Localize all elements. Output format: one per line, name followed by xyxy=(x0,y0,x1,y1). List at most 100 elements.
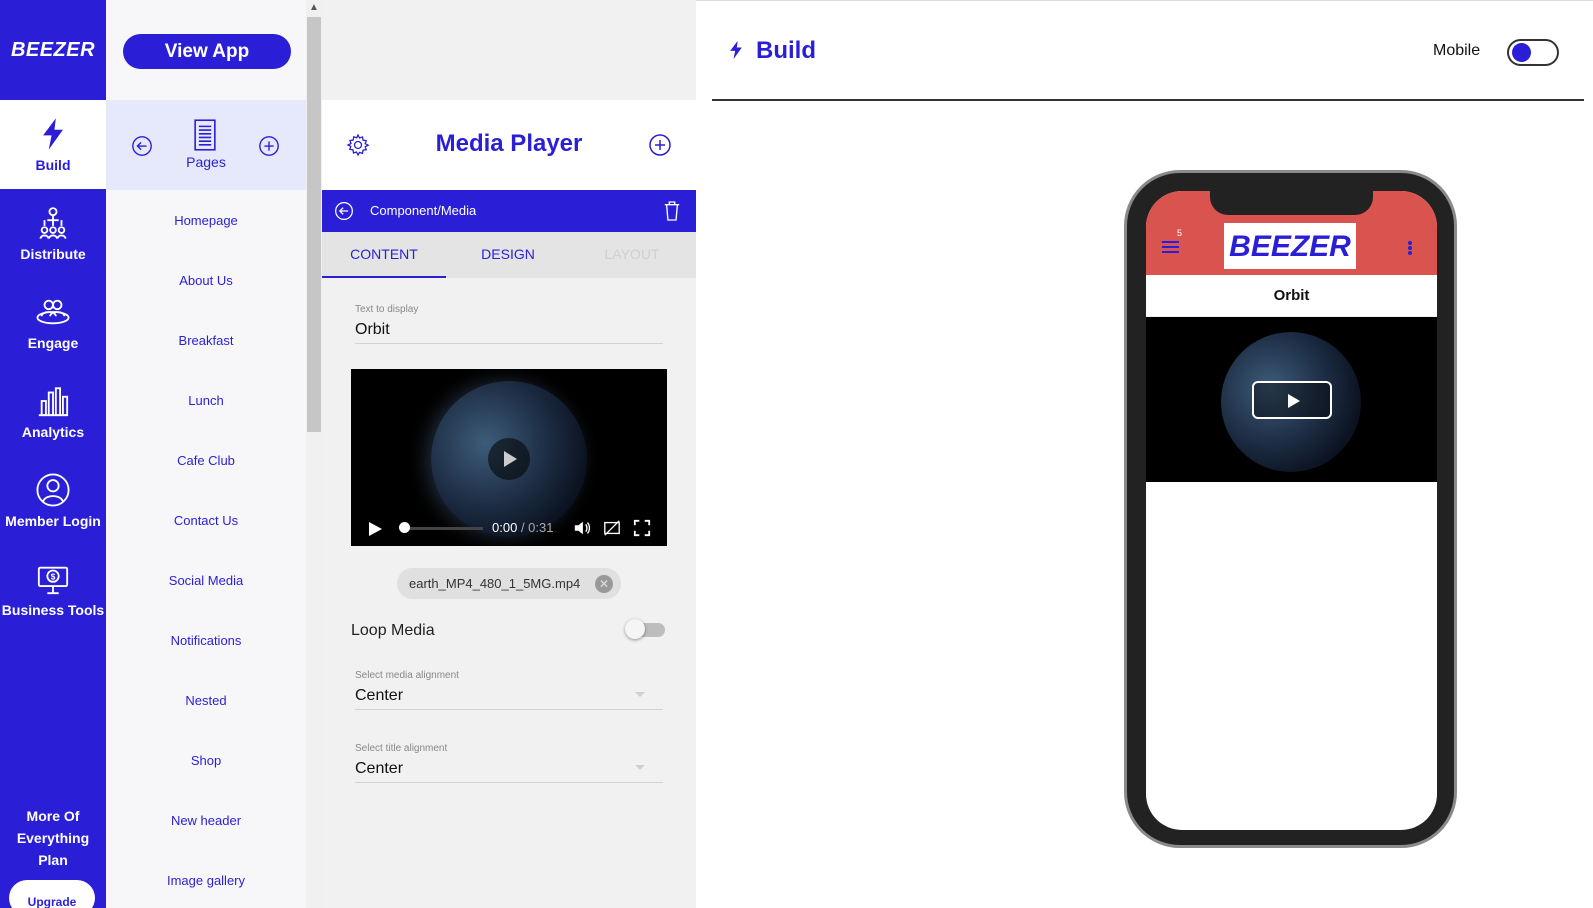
main-nav: BEEZER Build Distribute Engage Analytics… xyxy=(0,0,106,908)
nav-item-label: Build xyxy=(35,156,71,173)
nav-item-label: Analytics xyxy=(21,423,85,440)
mobile-label: Mobile xyxy=(1433,42,1481,59)
plan-line: More Of xyxy=(26,808,80,824)
nav-item-engage[interactable]: Engage xyxy=(0,278,106,367)
mobile-toggle[interactable] xyxy=(1507,39,1559,66)
page-item[interactable]: New header xyxy=(106,790,306,850)
pages-header: Pages xyxy=(106,100,306,190)
nav-item-label: Member Login xyxy=(5,512,101,529)
nav-item-label: Distribute xyxy=(20,245,86,262)
nav-item-build[interactable]: Build xyxy=(0,100,106,189)
text-to-display-field[interactable]: Text to display Orbit xyxy=(355,304,663,344)
add-component-icon[interactable] xyxy=(648,133,672,157)
app-page-title: Orbit xyxy=(1146,275,1437,317)
page-item[interactable]: About Us xyxy=(106,250,306,310)
chevron-down-icon xyxy=(635,692,645,697)
play-icon[interactable] xyxy=(369,522,382,536)
nav-item-label: Engage xyxy=(27,334,79,351)
field-label: Select media alignment xyxy=(355,670,459,681)
app-logo: BEEZER xyxy=(1224,223,1356,269)
time-current: 0:00 xyxy=(492,520,518,535)
beezer-logo[interactable]: BEEZER xyxy=(0,0,106,100)
video-player[interactable]: 0:00 / 0:31 xyxy=(351,369,667,546)
volume-icon[interactable] xyxy=(573,519,591,537)
field-value: Center xyxy=(355,760,404,777)
upgrade-button[interactable]: Upgrade xyxy=(9,880,95,908)
fullscreen-icon[interactable] xyxy=(633,519,651,537)
editor-tabs: CONTENT DESIGN LAYOUT xyxy=(322,232,696,278)
scroll-up-arrow[interactable]: ▲ xyxy=(306,0,322,16)
page-item[interactable]: Lunch xyxy=(106,370,306,430)
tab-design[interactable]: DESIGN xyxy=(446,232,570,278)
page-list: Homepage About Us Breakfast Lunch Cafe C… xyxy=(106,190,306,908)
plan-name: More Of Everything Plan xyxy=(0,805,106,871)
page-item[interactable]: Nested xyxy=(106,670,306,730)
preview-area: Build Mobile 5 BEEZER Orbit xyxy=(696,0,1593,908)
tab-layout[interactable]: LAYOUT xyxy=(570,232,694,278)
preview-header: Build Mobile xyxy=(712,1,1584,101)
page-item[interactable]: Social Media xyxy=(106,550,306,610)
progress-track[interactable] xyxy=(403,527,483,530)
page-item[interactable]: Image gallery xyxy=(106,850,306,908)
nav-item-label: Business Tools xyxy=(1,601,105,618)
bolt-icon xyxy=(730,40,742,60)
pages-scrollbar[interactable]: ▲ xyxy=(306,0,322,908)
media-alignment-select[interactable]: Select media alignment Center xyxy=(355,670,663,710)
page-item[interactable]: Notifications xyxy=(106,610,306,670)
remove-file-icon[interactable]: ✕ xyxy=(595,575,613,593)
engage-icon xyxy=(36,299,70,324)
back-arrow-icon[interactable] xyxy=(131,135,153,157)
loop-media-toggle[interactable] xyxy=(625,619,665,639)
preview-title: Build xyxy=(756,37,816,64)
more-vert-icon[interactable] xyxy=(1408,241,1412,255)
page-item[interactable]: Shop xyxy=(106,730,306,790)
file-name: earth_MP4_480_1_5MG.mp4 xyxy=(409,576,581,591)
phone-mockup: 5 BEEZER Orbit xyxy=(1124,170,1457,848)
page-item[interactable]: Breakfast xyxy=(106,310,306,370)
loop-media-label: Loop Media xyxy=(351,622,435,639)
nav-item-distribute[interactable]: Distribute xyxy=(0,189,106,278)
editor-title: Media Player xyxy=(435,130,583,157)
play-button[interactable] xyxy=(1252,381,1332,419)
scrollbar-thumb[interactable] xyxy=(307,17,321,432)
component-editor: Media Player Component/Media CONTENT DES… xyxy=(322,0,696,908)
nav-item-member-login[interactable]: Member Login xyxy=(0,456,106,545)
pages-icon xyxy=(194,119,216,151)
tab-content[interactable]: CONTENT xyxy=(322,232,446,278)
video-time: 0:00 / 0:31 xyxy=(492,520,553,535)
svg-text:$: $ xyxy=(51,571,56,581)
view-app-button[interactable]: View App xyxy=(123,34,291,69)
breadcrumb: Component/Media xyxy=(370,203,477,218)
nav-item-business-tools[interactable]: $ Business Tools xyxy=(0,545,106,634)
page-item[interactable]: Homepage xyxy=(106,190,306,250)
add-page-icon[interactable] xyxy=(258,135,280,157)
plan-line: Everything xyxy=(16,830,90,846)
plan-line: Plan xyxy=(38,852,68,868)
notification-badge: 5 xyxy=(1177,228,1183,238)
nav-item-analytics[interactable]: Analytics xyxy=(0,367,106,456)
time-duration: / 0:31 xyxy=(520,520,554,535)
user-icon xyxy=(36,472,70,507)
page-item[interactable]: Contact Us xyxy=(106,490,306,550)
field-label: Text to display xyxy=(355,304,419,315)
field-value: Center xyxy=(355,687,404,704)
pages-panel: View App Pages Homepage About Us Breakfa… xyxy=(106,0,306,908)
back-arrow-icon[interactable] xyxy=(334,201,354,221)
toggle-knob xyxy=(1512,43,1531,62)
phone-notch xyxy=(1210,191,1373,215)
progress-handle[interactable] xyxy=(399,522,410,533)
analytics-icon xyxy=(38,386,69,416)
captions-off-icon[interactable] xyxy=(603,519,621,537)
editor-header: Media Player xyxy=(322,100,696,190)
field-label: Select title alignment xyxy=(355,743,448,754)
page-item[interactable]: Cafe Club xyxy=(106,430,306,490)
app-video-player[interactable] xyxy=(1146,317,1437,482)
toggle-knob xyxy=(625,619,645,639)
title-alignment-select[interactable]: Select title alignment Center xyxy=(355,743,663,783)
field-value: Orbit xyxy=(355,321,390,338)
video-overlay-play-button[interactable] xyxy=(488,438,530,480)
trash-icon[interactable] xyxy=(663,201,681,221)
app-root: BEEZER Build Distribute Engage Analytics… xyxy=(0,0,1593,908)
hamburger-menu-icon[interactable] xyxy=(1162,241,1179,253)
business-tools-icon: $ xyxy=(37,566,69,594)
